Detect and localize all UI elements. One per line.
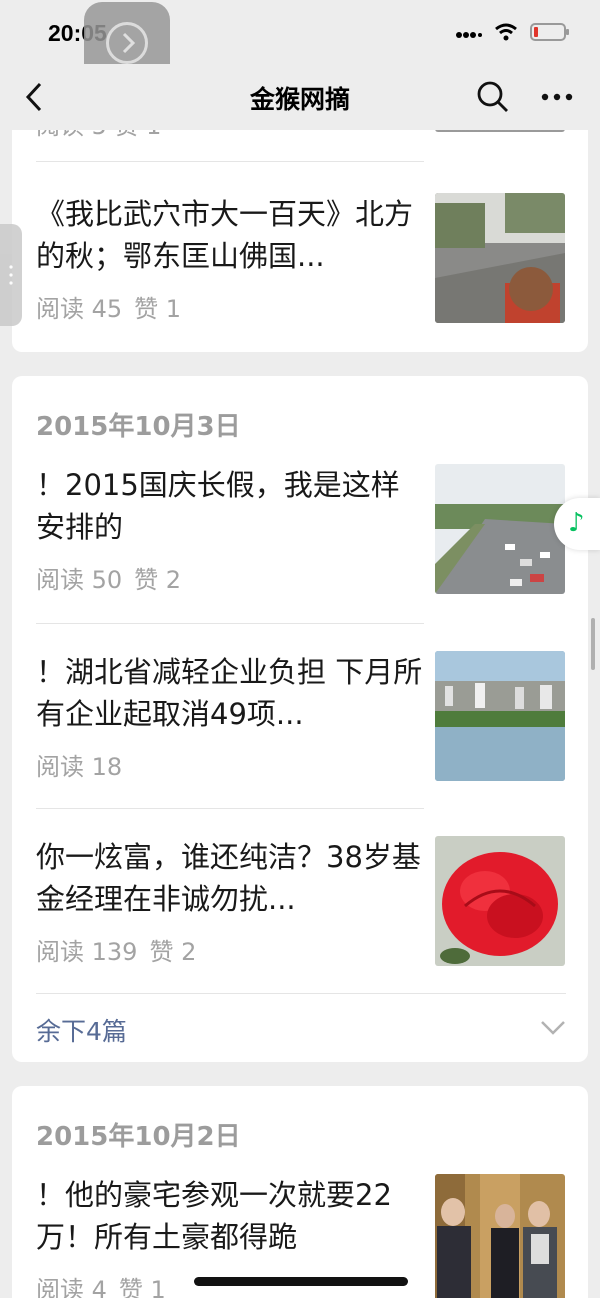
article-thumbnail — [435, 1174, 565, 1298]
article-card: 2015年10月2日 ！他的豪宅参观一次就要22万！所有土豪都得跪 阅读 4 赞 … — [12, 1086, 588, 1298]
list-item[interactable]: ！2015国庆长假，我是这样安排的 阅读 50 赞 2 — [36, 464, 566, 614]
drag-handle-icon — [9, 265, 13, 285]
article-thumbnail — [435, 464, 565, 594]
scrollbar[interactable] — [591, 618, 595, 670]
article-thumbnail — [435, 651, 565, 781]
article-thumbnail — [435, 836, 565, 966]
article-meta: 阅读 50 赞 2 — [36, 560, 193, 595]
music-player-button[interactable]: ♪ — [554, 498, 600, 550]
read-count: 阅读 50 — [36, 566, 123, 594]
article-card: 2015年10月3日 ！2015国庆长假，我是这样安排的 阅读 50 赞 2 ！湖… — [12, 376, 588, 1062]
card-date: 2015年10月3日 — [36, 412, 241, 442]
article-title: 《我比武穴市大一百天》北方的秋；鄂东匡山佛国... — [36, 197, 414, 273]
search-icon[interactable] — [476, 80, 510, 114]
article-meta: 阅读 4 赞 1 — [36, 1270, 178, 1298]
battery-icon — [530, 23, 569, 41]
article-title: ！他的豪宅参观一次就要22万！所有土豪都得跪 — [36, 1178, 392, 1254]
list-item[interactable]: ！湖北省减轻企业负担 下月所有企业起取消49项... 阅读 18 — [36, 651, 566, 801]
remaining-articles-label: 余下4篇 — [36, 1017, 127, 1046]
home-indicator[interactable] — [194, 1277, 408, 1286]
card-date: 2015年10月2日 — [36, 1122, 241, 1152]
divider — [36, 161, 424, 162]
divider — [36, 993, 566, 994]
read-count: 阅读 18 — [36, 753, 123, 781]
article-title: 你一炫富，谁还纯洁？38岁基金经理在非诚勿扰... — [36, 840, 421, 916]
chevron-right-icon — [122, 32, 136, 54]
read-count: 阅读 45 — [36, 295, 123, 323]
article-title: ！湖北省减轻企业负担 下月所有企业起取消49项... — [36, 655, 423, 731]
like-count: 赞 1 — [118, 1276, 166, 1298]
read-count: 阅读 139 — [36, 938, 138, 966]
like-count: 赞 2 — [134, 566, 182, 594]
article-meta: 阅读 139 赞 2 — [36, 932, 208, 967]
nav-bar: 金猴网摘 — [0, 64, 600, 130]
wifi-icon — [495, 23, 517, 41]
music-note-icon: ♪ — [568, 508, 585, 538]
list-item[interactable]: 《我比武穴市大一百天》北方的秋；鄂东匡山佛国... 阅读 45 赞 1 — [36, 193, 566, 343]
list-item[interactable]: 你一炫富，谁还纯洁？38岁基金经理在非诚勿扰... 阅读 139 赞 2 — [36, 836, 566, 986]
status-icons — [456, 22, 570, 42]
more-dots-icon[interactable] — [540, 80, 574, 114]
article-meta: 阅读 45 赞 1 — [36, 289, 193, 324]
signal-icon — [456, 32, 482, 38]
divider — [36, 808, 424, 809]
like-count: 赞 1 — [134, 295, 182, 323]
article-meta: 阅读 18 — [36, 747, 146, 782]
like-count: 赞 2 — [149, 938, 197, 966]
article-thumbnail — [435, 193, 565, 323]
side-drawer-handle[interactable] — [0, 224, 22, 326]
divider — [36, 623, 424, 624]
article-title: ！2015国庆长假，我是这样安排的 — [36, 468, 400, 544]
read-count: 阅读 4 — [36, 1276, 107, 1298]
chevron-down-icon — [541, 1021, 565, 1035]
page-title: 金猴网摘 — [249, 85, 350, 114]
show-remaining-button[interactable]: 余下4篇 — [36, 998, 566, 1058]
